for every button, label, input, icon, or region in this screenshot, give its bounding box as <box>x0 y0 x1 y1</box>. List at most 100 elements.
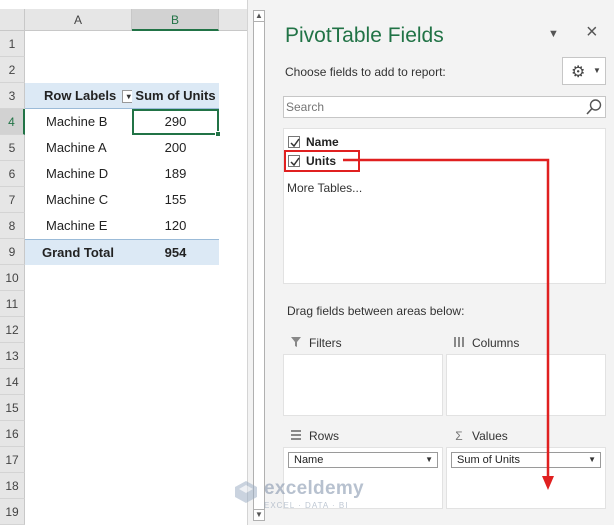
filter-icon <box>289 336 303 351</box>
sheet-row: 11 <box>0 291 248 317</box>
filters-header: Filters <box>283 332 443 354</box>
values-field-pill[interactable]: Sum of Units ▼ <box>451 452 601 468</box>
filters-area: Filters <box>283 332 443 416</box>
pivottable-fields-pane: PivotTable Fields ▼ × Choose fields to a… <box>270 0 614 525</box>
sigma-icon: Σ <box>455 429 463 443</box>
values-drop-zone[interactable]: Sum of Units ▼ <box>446 447 606 509</box>
columns-icon <box>452 336 466 351</box>
column-header-b[interactable]: B <box>132 9 219 31</box>
sheet-row: 17 <box>0 447 248 473</box>
chevron-down-icon[interactable]: ▼ <box>425 453 433 467</box>
field-checkbox-name[interactable] <box>288 136 300 148</box>
field-list: Name Units More Tables... <box>283 128 606 284</box>
values-area: Σ Values Sum of Units ▼ <box>446 425 606 509</box>
pivot-header-row-labels[interactable]: Row Labels ▾ <box>25 83 136 109</box>
close-icon[interactable]: × <box>586 22 598 42</box>
pivot-header-sum-units[interactable]: Sum of Units <box>132 83 219 109</box>
spreadsheet-grid[interactable]: A B 1 2 3 Row Labels ▾ Sum of Units 4 Machine B… <box>0 0 248 525</box>
row-header[interactable]: 17 <box>0 447 25 473</box>
row-header[interactable]: 18 <box>0 473 25 499</box>
pivot-row-value[interactable]: 189 <box>132 161 219 187</box>
column-header-c[interactable] <box>219 9 248 31</box>
rows-header: Rows <box>283 425 443 447</box>
row-header[interactable]: 10 <box>0 265 25 291</box>
chevron-down-icon: ▼ <box>593 66 601 75</box>
pivot-row-value[interactable]: 200 <box>132 135 219 161</box>
row-header[interactable]: 15 <box>0 395 25 421</box>
sheet-row: 18 <box>0 473 248 499</box>
row-header[interactable]: 9 <box>0 239 25 265</box>
sheet-row: 14 <box>0 369 248 395</box>
row-labels-text: Row Labels <box>44 88 117 103</box>
tools-settings-button[interactable]: ⚙ ▼ <box>562 57 606 85</box>
pivot-row-value[interactable]: 290 <box>132 109 221 137</box>
row-header[interactable]: 5 <box>0 135 25 161</box>
vertical-scrollbar[interactable] <box>253 22 265 512</box>
row-header[interactable]: 3 <box>0 83 25 109</box>
columns-label: Columns <box>472 336 520 350</box>
gear-icon: ⚙ <box>571 64 586 81</box>
search-input[interactable] <box>286 98 576 116</box>
sheet-row: 6 Machine D 189 <box>0 161 248 187</box>
sheet-row: 10 <box>0 265 248 291</box>
values-header: Σ Values <box>446 425 606 447</box>
sheet-row: 8 Machine E 120 <box>0 213 248 239</box>
select-all-corner[interactable] <box>0 9 25 31</box>
grand-total-value[interactable]: 954 <box>132 239 219 265</box>
field-item-name[interactable]: Name <box>288 133 339 151</box>
sheet-row: 5 Machine A 200 <box>0 135 248 161</box>
pivot-row-value[interactable]: 120 <box>132 213 219 239</box>
row-header[interactable]: 4 <box>0 109 25 135</box>
rows-label: Rows <box>309 429 340 443</box>
sheet-row: 13 <box>0 343 248 369</box>
sheet-scrollbar-area: ▲ ▼ <box>248 0 270 525</box>
row-header[interactable]: 11 <box>0 291 25 317</box>
field-label: Name <box>306 135 339 149</box>
sheet-row: 2 <box>0 57 248 83</box>
chevron-down-icon[interactable]: ▼ <box>548 28 559 40</box>
filters-drop-zone[interactable] <box>283 354 443 416</box>
sheet-row: 7 Machine C 155 <box>0 187 248 213</box>
row-header[interactable]: 7 <box>0 187 25 213</box>
sheet-row: 19 <box>0 499 248 525</box>
row-header[interactable]: 8 <box>0 213 25 239</box>
pivot-row-value[interactable]: 155 <box>132 187 219 213</box>
columns-area: Columns <box>446 332 606 416</box>
sheet-row: 9 Grand Total 954 <box>0 239 248 265</box>
scroll-up-button[interactable]: ▲ <box>253 10 265 22</box>
chevron-down-icon[interactable]: ▼ <box>588 453 596 467</box>
pivot-row-label[interactable]: Machine D <box>25 161 132 187</box>
row-header[interactable]: 2 <box>0 57 25 83</box>
choose-fields-label: Choose fields to add to report: <box>285 65 446 79</box>
column-header-a[interactable]: A <box>25 9 132 31</box>
pivot-row-label[interactable]: Machine E <box>25 213 132 239</box>
pivot-row-label[interactable]: Machine C <box>25 187 132 213</box>
watermark-name: exceldemy <box>264 478 364 499</box>
pill-label: Sum of Units <box>457 454 520 466</box>
pivot-row-label[interactable]: Machine B <box>25 109 132 135</box>
field-search-box[interactable] <box>283 96 606 118</box>
row-header[interactable]: 1 <box>0 31 25 57</box>
row-header[interactable]: 6 <box>0 161 25 187</box>
more-tables-link[interactable]: More Tables... <box>287 181 362 195</box>
columns-drop-zone[interactable] <box>446 354 606 416</box>
row-header[interactable]: 13 <box>0 343 25 369</box>
rows-field-pill[interactable]: Name ▼ <box>288 452 438 468</box>
row-header[interactable]: 19 <box>0 499 25 525</box>
row-header[interactable]: 14 <box>0 369 25 395</box>
search-icon <box>586 99 602 115</box>
watermark: exceldemy EXCEL · DATA · BI <box>234 478 364 510</box>
row-header[interactable]: 16 <box>0 421 25 447</box>
sheet-row: 4 Machine B 290 <box>0 109 248 137</box>
grand-total-label[interactable]: Grand Total <box>25 239 132 265</box>
row-header[interactable]: 12 <box>0 317 25 343</box>
drag-fields-label: Drag fields between areas below: <box>287 304 465 318</box>
sheet-row: 12 <box>0 317 248 343</box>
pill-label: Name <box>294 454 324 466</box>
scroll-down-button[interactable]: ▼ <box>253 509 265 521</box>
columns-header: Columns <box>446 332 606 354</box>
sheet-row: 1 <box>0 31 248 57</box>
sheet-row: 16 <box>0 421 248 447</box>
sheet-row: 15 <box>0 395 248 421</box>
pivot-row-label[interactable]: Machine A <box>25 135 132 161</box>
